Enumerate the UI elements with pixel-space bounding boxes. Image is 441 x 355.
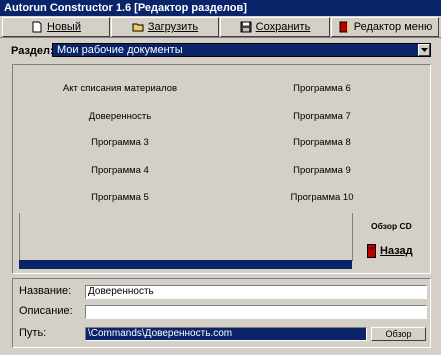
save-disk-icon	[240, 21, 252, 33]
window-title: Autorun Constructor 1.6 [Редактор раздел…	[4, 2, 247, 14]
open-folder-icon	[132, 23, 144, 32]
load-button-label: Загрузить	[147, 21, 199, 33]
chevron-down-icon	[420, 48, 428, 52]
menu-item[interactable]: Программа 7	[293, 111, 351, 122]
section-select-value: Мои рабочие документы	[57, 44, 183, 56]
window-title-bar: Autorun Constructor 1.6 [Редактор раздел…	[0, 0, 441, 16]
save-button-label: Сохранить	[255, 21, 311, 33]
browse-path-button[interactable]: Обзор	[371, 327, 426, 341]
description-field[interactable]	[85, 305, 427, 319]
name-label: Название:	[19, 285, 72, 297]
menu-item[interactable]: Программа 5	[91, 192, 149, 203]
section-dropdown-button[interactable]	[418, 44, 430, 56]
menu-item[interactable]: Программа 9	[293, 165, 351, 176]
new-button[interactable]: Новый	[2, 17, 110, 37]
back-button[interactable]: Назад	[367, 244, 413, 258]
door-icon	[367, 244, 376, 258]
door-exit-icon	[339, 21, 349, 33]
menu-item[interactable]: Программа 4	[91, 165, 149, 176]
selection-bar	[19, 260, 352, 269]
save-button[interactable]: Сохранить	[220, 17, 330, 37]
back-button-label: Назад	[380, 245, 413, 257]
menu-item[interactable]: Акт списания материалов	[63, 83, 177, 94]
menu-item[interactable]: Программа 6	[293, 83, 351, 94]
description-label: Описание:	[19, 305, 73, 317]
section-select[interactable]: Мои рабочие документы	[52, 43, 431, 57]
menu-item[interactable]: Доверенность	[89, 111, 151, 122]
menu-item[interactable]: Программа 10	[291, 192, 354, 203]
menu-editor-button[interactable]: Редактор меню	[331, 17, 439, 37]
path-field[interactable]: \Commands\Доверенность.com	[85, 327, 367, 341]
toolbar: Новый Загрузить Сохранить Редактор меню	[0, 16, 441, 38]
path-label: Путь:	[19, 327, 47, 339]
menu-item[interactable]: Программа 3	[91, 137, 149, 148]
new-button-label: Новый	[47, 21, 81, 33]
name-field[interactable]: Доверенность	[85, 285, 427, 299]
preview-area	[19, 213, 353, 261]
menu-editor-button-label: Редактор меню	[353, 21, 433, 33]
browse-cd-button[interactable]: Обзор CD	[371, 221, 412, 231]
menu-item[interactable]: Программа 8	[293, 137, 351, 148]
section-label: Раздел:	[11, 45, 54, 57]
load-button[interactable]: Загрузить	[111, 17, 219, 37]
new-file-icon	[32, 21, 42, 33]
